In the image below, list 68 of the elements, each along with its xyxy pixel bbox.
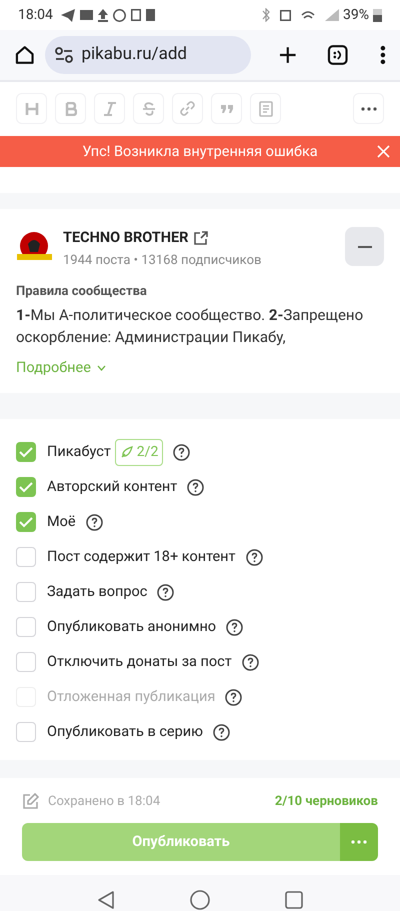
- italic-icon: [102, 102, 116, 116]
- site-settings-icon[interactable]: [55, 47, 74, 63]
- back-icon[interactable]: [97, 890, 116, 910]
- circle-icon: [112, 8, 126, 22]
- option-label[interactable]: Задать вопрос: [47, 581, 148, 603]
- more-icon: [351, 840, 367, 844]
- new-tab-icon[interactable]: [279, 46, 297, 64]
- mail-icon: [80, 10, 93, 20]
- help-icon[interactable]: [187, 478, 204, 496]
- option-label[interactable]: Авторский контент: [47, 476, 178, 498]
- status-time: 18:04: [18, 6, 53, 24]
- wifi-icon: [301, 10, 315, 20]
- document-icon: [258, 100, 272, 116]
- url-text: pikabu.ru/add: [81, 43, 187, 66]
- close-icon[interactable]: [377, 145, 390, 158]
- error-message: Упс! Возникла внутренняя ошибка: [82, 142, 318, 162]
- option-label[interactable]: Опубликовать анонимно: [47, 616, 216, 638]
- community-name[interactable]: TECHNO BROTHER: [63, 227, 188, 249]
- option-label[interactable]: Отключить донаты за пост: [47, 651, 232, 673]
- checkbox[interactable]: [16, 722, 36, 742]
- more-button[interactable]: [353, 93, 384, 124]
- checkbox[interactable]: [16, 617, 36, 637]
- checkbox[interactable]: [16, 547, 36, 567]
- option-label[interactable]: Опубликовать в серию: [47, 721, 203, 743]
- chevron-down-icon: [96, 364, 106, 371]
- community-stats: 1944 поста • 13168 подписчиков: [63, 252, 262, 270]
- help-icon[interactable]: [246, 548, 263, 566]
- option-label[interactable]: Моё: [47, 511, 76, 533]
- paper-plane-icon: [60, 8, 75, 22]
- nfc-icon: [280, 10, 291, 20]
- signal-icon: [325, 9, 339, 21]
- link-icon: [180, 101, 195, 116]
- external-link-icon[interactable]: [194, 230, 208, 245]
- help-icon[interactable]: [226, 618, 244, 636]
- bluetooth-icon: [262, 8, 270, 22]
- saved-status: Сохранено в 18:04: [48, 792, 160, 810]
- edit-icon: [22, 792, 39, 810]
- checkbox[interactable]: [16, 477, 36, 497]
- heading-icon: [24, 102, 38, 116]
- checkbox[interactable]: [16, 512, 36, 532]
- help-icon[interactable]: [225, 688, 242, 706]
- tab-switcher-icon[interactable]: [326, 44, 348, 66]
- help-icon[interactable]: [173, 444, 190, 460]
- battery-icon: [373, 8, 382, 22]
- quote-icon: [220, 104, 232, 112]
- help-icon[interactable]: [212, 724, 230, 740]
- help-icon[interactable]: [157, 584, 174, 600]
- address-bar[interactable]: pikabu.ru/add: [45, 36, 252, 74]
- checkbox[interactable]: [16, 442, 36, 462]
- bold-icon: [64, 102, 76, 116]
- help-icon[interactable]: [242, 654, 259, 670]
- option-label[interactable]: Пост содержит 18+ контент: [47, 546, 236, 568]
- option-label[interactable]: Пикабуст: [47, 441, 111, 463]
- file-icon: [130, 9, 141, 21]
- checkbox[interactable]: [16, 582, 36, 602]
- minus-icon: [358, 246, 372, 248]
- strikethrough-icon: [142, 102, 156, 116]
- rules-title: Правила сообщества: [16, 283, 148, 302]
- upload-icon: [98, 8, 108, 22]
- more-icon: [360, 106, 376, 110]
- recents-icon[interactable]: [284, 890, 303, 908]
- rules-text: 1-Мы А-политическое сообщество. 2-Запрещено оскорбление: Администрации Пикабу,: [16, 304, 364, 348]
- home-icon[interactable]: [14, 44, 36, 66]
- battery-percent: 39%: [343, 6, 369, 24]
- more-icon[interactable]: [380, 45, 386, 65]
- help-icon[interactable]: [86, 514, 103, 530]
- checkbox[interactable]: [16, 652, 36, 672]
- phone-icon: [146, 9, 155, 21]
